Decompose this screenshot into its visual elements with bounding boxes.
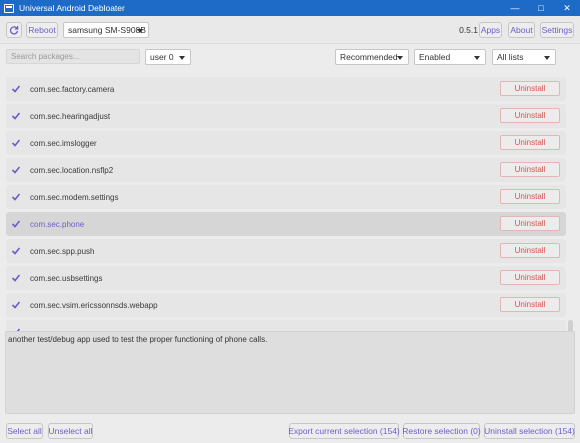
- check-icon: [11, 301, 21, 309]
- apps-button[interactable]: Apps: [479, 22, 502, 38]
- restore-selection-button[interactable]: Restore selection (0): [402, 423, 481, 439]
- chevron-down-icon: [397, 56, 403, 60]
- checkbox[interactable]: [10, 299, 22, 311]
- checkbox[interactable]: [10, 245, 22, 257]
- uninstall-button[interactable]: Uninstall: [500, 81, 560, 96]
- uninstall-button[interactable]: Uninstall: [500, 297, 560, 312]
- uninstall-button[interactable]: Uninstall: [500, 135, 560, 150]
- uninstall-button[interactable]: Uninstall: [500, 189, 560, 204]
- version-label: 0.5.1: [459, 25, 478, 35]
- package-row[interactable]: com.sec.hearingadjust Uninstall: [6, 104, 566, 128]
- device-select-value: samsung SM-S908B: [68, 25, 146, 35]
- export-selection-button[interactable]: Export current selection (154): [288, 423, 400, 439]
- package-name: com.sec.imslogger: [30, 138, 97, 148]
- state-select-value: Enabled: [419, 52, 451, 62]
- uninstall-button[interactable]: Uninstall: [500, 270, 560, 285]
- state-select[interactable]: Enabled: [414, 49, 486, 65]
- chevron-down-icon: [474, 56, 480, 60]
- uninstall-button[interactable]: Uninstall: [500, 243, 560, 258]
- package-row[interactable]: com.sec.usbsettings Uninstall: [6, 266, 566, 290]
- package-name: com.sec.hearingadjust: [30, 111, 111, 121]
- uninstall-button[interactable]: Uninstall: [500, 216, 560, 231]
- package-row[interactable]: com.sec.imslogger Uninstall: [6, 131, 566, 155]
- package-name: com.sec.location.nsflp2: [30, 165, 114, 175]
- package-name: com.sec.factory.camera: [30, 84, 115, 94]
- list-select-value: All lists: [497, 52, 524, 62]
- user-select-value: user 0: [150, 52, 174, 62]
- package-row[interactable]: com.sec.factory.camera Uninstall: [6, 77, 566, 101]
- check-icon: [11, 274, 21, 282]
- package-list-scrollbar[interactable]: [567, 72, 574, 342]
- package-description: another test/debug app used to test the …: [5, 331, 575, 414]
- checkbox[interactable]: [10, 83, 22, 95]
- package-name: com.sec.phone: [30, 219, 85, 229]
- checkbox[interactable]: [10, 191, 22, 203]
- recommendation-select[interactable]: Recommended: [335, 49, 409, 65]
- check-icon: [11, 85, 21, 93]
- package-name: com.sec.modem.settings: [30, 192, 119, 202]
- chevron-down-icon: [137, 29, 143, 33]
- close-icon[interactable]: ✕: [554, 0, 580, 16]
- filter-bar: user 0 Recommended Enabled All lists: [0, 44, 580, 68]
- checkbox[interactable]: [10, 137, 22, 149]
- window-titlebar: Universal Android Debloater — □ ✕: [0, 0, 580, 16]
- package-row[interactable]: com.sec.location.nsflp2 Uninstall: [6, 158, 566, 182]
- package-name: com.sec.usbsettings: [30, 273, 103, 283]
- toolbar: Reboot samsung SM-S908B 0.5.1 Apps About…: [0, 16, 580, 44]
- checkbox[interactable]: [10, 218, 22, 230]
- package-row[interactable]: com.sec.spp.push Uninstall: [6, 239, 566, 263]
- check-icon: [11, 112, 21, 120]
- package-row[interactable]: com.sec.vsim.ericssonnsds.webapp Uninsta…: [6, 293, 566, 317]
- recommendation-select-value: Recommended: [340, 52, 398, 62]
- checkbox[interactable]: [10, 272, 22, 284]
- check-icon: [11, 193, 21, 201]
- check-icon: [11, 247, 21, 255]
- package-row-selected[interactable]: com.sec.phone Uninstall: [6, 212, 566, 236]
- package-name: com.sec.vsim.ericssonnsds.webapp: [30, 300, 158, 310]
- select-all-button[interactable]: Select all: [6, 423, 43, 439]
- window-title: Universal Android Debloater: [19, 3, 125, 13]
- uninstall-selection-button[interactable]: Uninstall selection (154): [484, 423, 575, 439]
- search-input[interactable]: [6, 49, 140, 64]
- unselect-all-button[interactable]: Unselect all: [48, 423, 93, 439]
- user-select[interactable]: user 0: [145, 49, 191, 65]
- package-list: com.sec.factory.camera Uninstall com.sec…: [6, 72, 566, 342]
- minimize-icon[interactable]: —: [502, 0, 528, 16]
- checkbox[interactable]: [10, 110, 22, 122]
- list-select[interactable]: All lists: [492, 49, 556, 65]
- chevron-down-icon: [544, 56, 550, 60]
- chevron-down-icon: [179, 56, 185, 60]
- bottom-bar: Select all Unselect all Export current s…: [0, 419, 580, 443]
- maximize-icon[interactable]: □: [528, 0, 554, 16]
- package-name: com.sec.spp.push: [30, 246, 95, 256]
- reboot-button[interactable]: Reboot: [26, 22, 58, 38]
- about-button[interactable]: About: [508, 22, 535, 38]
- package-row[interactable]: com.sec.modem.settings Uninstall: [6, 185, 566, 209]
- refresh-icon: [9, 26, 19, 35]
- check-icon: [11, 139, 21, 147]
- device-select[interactable]: samsung SM-S908B: [63, 22, 149, 38]
- app-window-icon: [4, 3, 14, 13]
- uninstall-button[interactable]: Uninstall: [500, 162, 560, 177]
- uninstall-button[interactable]: Uninstall: [500, 108, 560, 123]
- app-body: Reboot samsung SM-S908B 0.5.1 Apps About…: [0, 16, 580, 443]
- settings-button[interactable]: Settings: [540, 22, 574, 38]
- check-icon: [11, 166, 21, 174]
- checkbox[interactable]: [10, 164, 22, 176]
- refresh-button[interactable]: [6, 22, 22, 38]
- check-icon: [11, 220, 21, 228]
